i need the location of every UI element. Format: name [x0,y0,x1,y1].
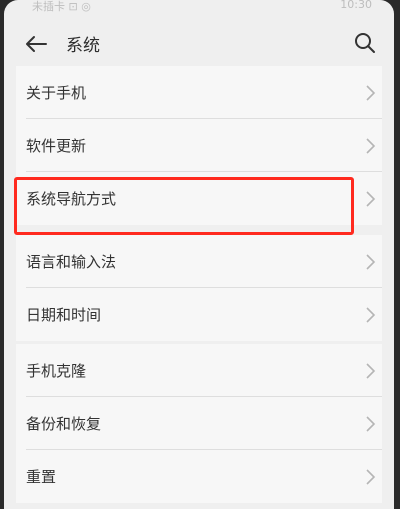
settings-item-software-update[interactable]: 软件更新 [16,119,382,172]
settings-item-label: 日期和时间 [26,306,102,324]
chevron-right-icon [366,138,376,154]
chevron-right-icon [366,254,376,270]
chevron-right-icon [366,469,376,485]
settings-item-label: 关于手机 [26,84,87,102]
settings-item-label: 重置 [26,468,57,486]
settings-item-about-phone[interactable]: 关于手机 [16,66,382,119]
back-button[interactable] [22,32,50,56]
search-button[interactable] [350,28,380,58]
chevron-right-icon [366,307,376,323]
settings-item-date-time[interactable]: 日期和时间 [16,288,382,341]
app-header: 系统 [4,22,394,66]
settings-item-label: 手机克隆 [26,362,87,380]
settings-item-label: 语言和输入法 [26,253,117,271]
status-time: 10:30 [340,0,372,11]
chevron-right-icon [366,85,376,101]
search-icon [355,33,375,53]
settings-group-2: 语言和输入法 日期和时间 [16,235,382,341]
highlight-annotation [14,177,354,235]
status-carrier: 未插卡 ⊡ ◎ [32,0,91,13]
settings-item-phone-clone[interactable]: 手机克隆 [16,344,382,397]
chevron-right-icon [366,363,376,379]
settings-screen: 未插卡 ⊡ ◎ 10:30 系统 关于手机 软件更新 系统导航方式 语言和输入法… [4,0,394,509]
page-title: 系统 [66,36,100,56]
settings-item-label: 软件更新 [26,137,87,155]
settings-item-label: 备份和恢复 [26,415,102,433]
settings-group-3: 手机克隆 备份和恢复 重置 [16,344,382,503]
settings-item-reset[interactable]: 重置 [16,450,382,503]
chevron-right-icon [366,191,376,207]
arrow-left-icon [26,36,47,52]
chevron-right-icon [366,416,376,432]
settings-item-backup-restore[interactable]: 备份和恢复 [16,397,382,450]
settings-item-language-input[interactable]: 语言和输入法 [16,235,382,288]
status-bar: 未插卡 ⊡ ◎ 10:30 [4,0,394,14]
